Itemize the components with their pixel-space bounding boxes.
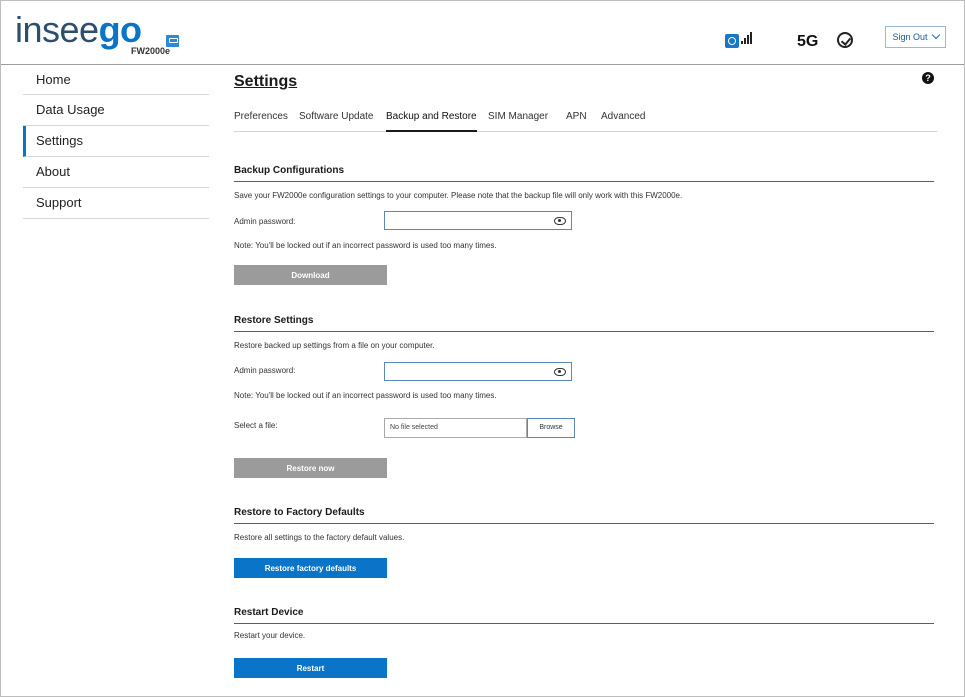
tab-advanced[interactable]: Advanced [601,110,645,132]
security-check-icon[interactable] [837,32,853,48]
network-type-badge: 5G [797,33,819,50]
chevron-down-icon [931,30,940,40]
backup-description: Save your FW2000e configuration settings… [234,191,683,200]
signal-bars-icon [741,32,755,44]
select-file-label: Select a file: [234,421,278,430]
restore-now-button[interactable]: Restore now [234,458,387,478]
tab-apn[interactable]: APN [566,110,587,132]
factory-section-divider [234,523,934,524]
sign-out-label: Sign Out [892,32,928,42]
backup-section-divider [234,181,934,182]
sidebar-nav: Home Data Usage Settings About Support [23,65,209,219]
file-name-field: No file selected [384,418,527,438]
eye-icon[interactable] [554,217,566,225]
tab-backup-and-restore[interactable]: Backup and Restore [386,110,477,132]
backup-password-label: Admin password: [234,217,296,226]
restart-description: Restart your device. [234,631,306,640]
restore-lockout-note: Note: You'll be locked out if an incorre… [234,391,497,400]
sidebar-item-settings[interactable]: Settings [23,126,209,157]
tab-bar: Preferences Software Update Backup and R… [234,110,937,132]
restore-password-label: Admin password: [234,366,296,375]
help-icon[interactable]: ? [922,72,934,84]
model-name: FW2000e [131,46,171,56]
tab-sim-manager[interactable]: SIM Manager [488,110,548,132]
backup-password-input[interactable] [384,211,572,230]
backup-section-title: Backup Configurations [234,165,345,176]
sidebar-item-support[interactable]: Support [23,188,209,219]
inseego-logo: inseego [15,9,142,50]
eye-icon[interactable] [554,368,566,376]
sidebar-item-about[interactable]: About [23,157,209,188]
sidebar-item-home[interactable]: Home [23,65,209,95]
factory-section-title: Restore to Factory Defaults [234,507,365,518]
router-icon [166,35,179,47]
tab-preferences[interactable]: Preferences [234,110,288,132]
sidebar-item-data-usage[interactable]: Data Usage [23,95,209,126]
sign-out-button[interactable]: Sign Out [885,26,946,48]
restart-section-title: Restart Device [234,607,304,618]
restore-section-divider [234,331,934,332]
factory-description: Restore all settings to the factory defa… [234,533,405,542]
header: inseego FW2000e 5G Sign Out [1,1,964,65]
download-button[interactable]: Download [234,265,387,285]
restore-section-title: Restore Settings [234,315,314,326]
browse-button[interactable]: Browse [527,418,575,438]
tab-software-update[interactable]: Software Update [299,110,374,132]
restart-section-divider [234,623,934,624]
restore-description: Restore backed up settings from a file o… [234,341,435,350]
backup-lockout-note: Note: You'll be locked out if an incorre… [234,241,497,250]
signal-icon[interactable] [725,34,739,48]
restart-button[interactable]: Restart [234,658,387,678]
restore-password-input[interactable] [384,362,572,381]
restore-factory-defaults-button[interactable]: Restore factory defaults [234,558,387,578]
page-title: Settings [234,73,298,90]
